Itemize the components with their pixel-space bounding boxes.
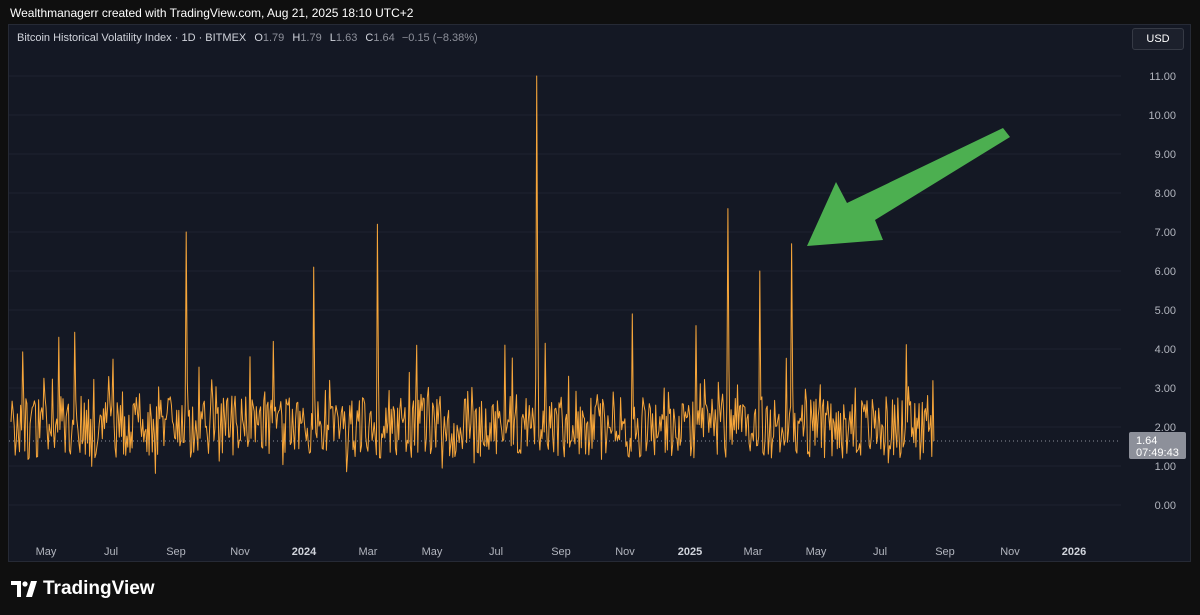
- x-tick-label: Nov: [230, 546, 250, 558]
- x-tick-label: May: [806, 546, 827, 558]
- x-tick-label: Sep: [166, 546, 186, 558]
- y-tick-label: 3.00: [1155, 383, 1176, 395]
- x-tick-label: Sep: [935, 546, 955, 558]
- change-value: −0.15 (−8.38%): [401, 32, 478, 44]
- x-tick-label: Jul: [873, 546, 887, 558]
- x-tick-label: Jul: [104, 546, 118, 558]
- open-value: 1.79: [262, 32, 285, 44]
- x-tick-label: 2026: [1062, 546, 1086, 558]
- currency-button[interactable]: USD: [1132, 28, 1184, 50]
- brand-name: TradingView: [43, 578, 155, 599]
- series-line: [10, 75, 935, 474]
- y-tick-label: 10.00: [1148, 110, 1176, 122]
- x-tick-label: Nov: [615, 546, 635, 558]
- symbol-title[interactable]: Bitcoin Historical Volatility Index · 1D…: [17, 32, 246, 44]
- tradingview-icon: [11, 581, 37, 597]
- x-tick-label: Jul: [489, 546, 503, 558]
- y-tick-label: 4.00: [1155, 344, 1176, 356]
- y-tick-label: 7.00: [1155, 227, 1176, 239]
- y-tick-label: 11.00: [1149, 71, 1176, 83]
- y-tick-label: 9.00: [1155, 149, 1176, 161]
- x-tick-label: 2025: [678, 546, 702, 558]
- annotation-arrow: [807, 128, 1010, 246]
- x-tick-label: May: [422, 546, 443, 558]
- y-tick-label: 0.00: [1155, 500, 1176, 512]
- x-tick-label: Sep: [551, 546, 571, 558]
- tradingview-logo[interactable]: TradingView: [11, 578, 155, 600]
- x-tick-label: May: [36, 546, 57, 558]
- x-tick-label: Nov: [1000, 546, 1020, 558]
- close-value: 1.64: [373, 32, 395, 44]
- symbol-legend: Bitcoin Historical Volatility Index · 1D…: [17, 32, 478, 44]
- price-tag-value: 1.64: [1136, 435, 1157, 447]
- x-tick-label: Mar: [359, 546, 378, 558]
- y-tick-label: 1.00: [1155, 461, 1176, 473]
- y-tick-label: 5.00: [1155, 305, 1176, 317]
- x-tick-label: Mar: [744, 546, 763, 558]
- chart-canvas[interactable]: 0.001.002.003.004.005.006.007.008.009.00…: [9, 25, 1190, 561]
- price-tag-countdown: 07:49:43: [1136, 447, 1179, 459]
- low-value: 1.63: [335, 32, 358, 44]
- high-value: 1.79: [300, 32, 322, 44]
- y-tick-label: 8.00: [1155, 188, 1176, 200]
- open-label: O: [254, 32, 263, 44]
- chart-panel[interactable]: 0.00 1.00 2.00 3.00 4.00 5.00 6.00 7.00 8.00 9.00…: [8, 24, 1191, 562]
- chart-credit: Wealthmanagerr created with TradingView.…: [10, 6, 414, 20]
- y-tick-label: 6.00: [1155, 266, 1176, 278]
- x-tick-label: 2024: [292, 546, 317, 558]
